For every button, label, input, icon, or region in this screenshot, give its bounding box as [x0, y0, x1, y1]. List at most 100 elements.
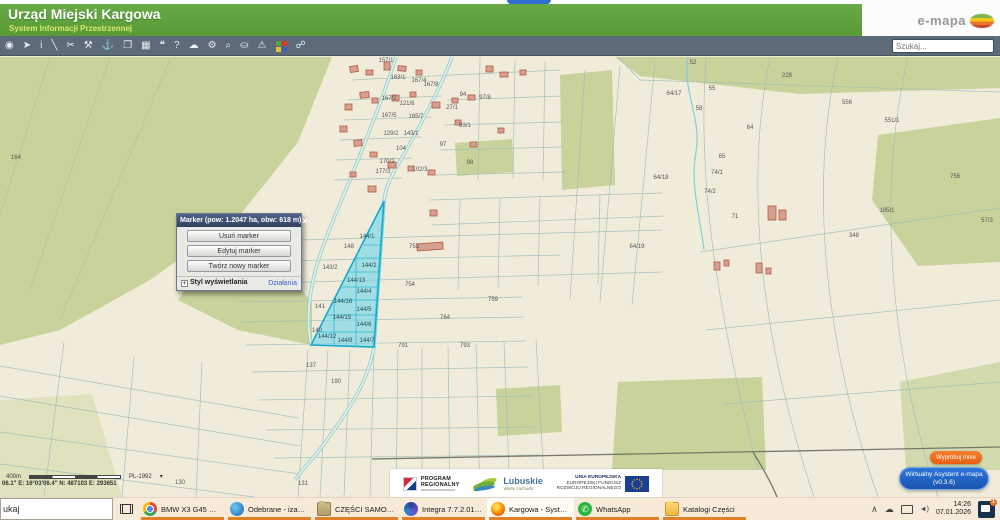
marker-action-button-2[interactable]: Twórz nowy marker: [187, 260, 291, 272]
stream: [686, 56, 705, 251]
taskbar-app-label: Integra 7.7.2.01 d [I...: [422, 504, 483, 514]
marker-polygon[interactable]: [309, 200, 385, 348]
firefox-icon: [491, 502, 505, 516]
warning-icon[interactable]: ⚠: [258, 36, 267, 56]
toolbar-icons: ◉ ➤ i ╲ ✂ ⚒ ⚓ ❐ ▦ ❝? ☁ ⚙ ⌕ ⛀ ⚠ ☍: [5, 36, 306, 56]
program-regionalny-flag-icon: [402, 476, 417, 491]
taskbar-app-label: BMW X3 G45 OSŁO...: [161, 504, 222, 514]
anchor-icon[interactable]: ⚓: [102, 36, 114, 56]
explorer-icon: [317, 501, 331, 516]
taskbar-apps: BMW X3 G45 OSŁO... Odebrane - izabela... C…: [139, 498, 748, 520]
toolbar: ◉ ➤ i ╲ ✂ ⚒ ⚓ ❐ ▦ ❝? ☁ ⚙ ⌕ ⛀ ⚠ ☍: [0, 36, 1000, 56]
share-person-icon[interactable]: ☍: [296, 36, 306, 56]
scale-bar-graphic: [29, 474, 122, 479]
map-canvas[interactable]: [0, 56, 1000, 497]
chrome-icon: [143, 502, 157, 516]
taskbar: ukaj BMW X3 G45 OSŁO... Odebrane - izabel…: [0, 497, 1000, 520]
scale-bar: 400m PL-1992 ▾: [6, 473, 163, 481]
map-search-input[interactable]: [893, 41, 1000, 51]
grid-icon[interactable]: ▦: [141, 36, 150, 56]
page-title: Urząd Miejski Kargowa: [8, 6, 161, 22]
crs-label[interactable]: PL-1992: [129, 474, 152, 480]
taskbar-app-label: WhatsApp: [596, 504, 631, 514]
notification-badge: 1: [990, 498, 997, 506]
taskbar-app-label: Katalogi Części: [683, 504, 735, 514]
taskbar-app-chrome[interactable]: BMW X3 G45 OSŁO...: [139, 498, 226, 520]
taskbar-search-input[interactable]: ukaj: [0, 498, 113, 520]
task-view-icon: [119, 504, 133, 514]
screen: 157/1 163/1 167/4 167/8 94 97/8 167/2 121/8 27/1…: [0, 0, 1000, 520]
scale-label: 400m: [6, 473, 22, 480]
virtual-assistant-button[interactable]: Wirtualny Asystent e-mapa (v0.3.6): [899, 467, 989, 490]
taskbar-app-firefox[interactable]: Kargowa - System I...: [487, 498, 574, 520]
speaker-icon[interactable]: ◄): [920, 506, 929, 513]
clock-time: 14:26: [953, 501, 971, 508]
style-toggle[interactable]: + Styl wyświetlania: [181, 279, 248, 287]
thunderbird-icon: [230, 502, 244, 516]
taskbar-app-whatsapp[interactable]: ✆ WhatsApp: [574, 498, 661, 520]
tools-icon[interactable]: ⚒: [84, 36, 93, 56]
map-search-box: [892, 39, 1000, 53]
forest-areas: [0, 57, 1000, 470]
eu-line3: ROZWOJU REGIONALNEGO: [556, 486, 622, 492]
assistant-label: Wirtualny Asystent e-mapa: [905, 471, 983, 478]
taskbar-app-label: Odebrane - izabela...: [248, 504, 309, 514]
marker-popup-titlebar[interactable]: Marker (pow: 1.2047 ha, obw: 618 m) ×: [177, 214, 308, 227]
actions-link[interactable]: Działania: [268, 280, 297, 287]
copy-icon[interactable]: ❐: [123, 36, 132, 56]
taskbar-clock[interactable]: 14:26 07.01.2026: [936, 501, 971, 517]
taskbar-app-label: CZĘŚCI SAMOCHO...: [335, 504, 396, 514]
cloud-tray-icon[interactable]: ☁: [885, 504, 894, 515]
selection-circle-icon[interactable]: ◉: [5, 36, 14, 56]
help-icon[interactable]: ?: [174, 36, 180, 56]
cloud-icon[interactable]: ☁: [189, 36, 199, 56]
taskbar-app-folder[interactable]: Katalogi Części: [661, 498, 748, 520]
info-icon[interactable]: i: [40, 36, 42, 56]
page-subtitle: System Informacji Przestrzennej: [9, 24, 133, 33]
taskbar-app-thunderbird[interactable]: Odebrane - izabela...: [226, 498, 313, 520]
marker-action-button-1[interactable]: Edytuj marker: [187, 245, 291, 257]
marker-action-button-0[interactable]: Usuń marker: [187, 230, 291, 242]
cut-icon[interactable]: ✂: [66, 36, 74, 56]
cart-icon[interactable]: ⛀: [240, 36, 248, 56]
funding-logos-bar: PROGRAM REGIONALNY Lubuskie Warte zachod…: [390, 469, 662, 498]
comment-icon[interactable]: ❝: [160, 36, 165, 56]
tray-chevron-icon[interactable]: ∧: [871, 504, 878, 515]
magnifier-icon[interactable]: ⌕: [226, 36, 232, 56]
assistant-version: (v0.3.6): [932, 478, 956, 486]
notification-bubble-icon: [981, 504, 990, 512]
chevron-down-icon[interactable]: ▾: [160, 473, 163, 480]
cursor-icon[interactable]: ➤: [23, 36, 31, 56]
expand-icon[interactable]: +: [181, 280, 188, 287]
coordinates-readout: 06.1" E: 16°03'06.4" N: 487103 E: 293651: [2, 481, 117, 487]
close-icon[interactable]: ×: [301, 216, 308, 226]
measure-line-icon[interactable]: ╲: [51, 36, 57, 56]
system-tray: ∧ ☁ ◄) 14:26 07.01.2026 1: [871, 498, 1000, 520]
program-regionalny-logo: PROGRAM REGIONALNY: [402, 476, 460, 491]
header: Urząd Miejski Kargowa System Informacji …: [0, 4, 862, 36]
notification-center-button[interactable]: 1: [978, 498, 997, 518]
clock-date: 07.01.2026: [935, 509, 971, 516]
emapa-logo-icon: [970, 14, 994, 28]
display-tray-icon[interactable]: [900, 504, 913, 514]
layers-colored-icon[interactable]: [275, 40, 287, 52]
lubuskie-name: Lubuskie: [503, 475, 543, 486]
try-me-button[interactable]: Wypróbuj mnie: [930, 451, 982, 464]
marker-popup: Marker (pow: 1.2047 ha, obw: 618 m) × Us…: [176, 213, 308, 291]
lubuskie-tagline: Warte zachodu: [503, 485, 534, 491]
taskbar-app-integra[interactable]: Integra 7.7.2.01 d [I...: [400, 498, 487, 520]
marker-popup-title: Marker (pow: 1.2047 ha, obw: 618 m): [180, 217, 302, 224]
emapa-logo-text: e-mapa: [917, 13, 966, 28]
task-view-button[interactable]: [113, 498, 139, 520]
marker-popup-body: Usuń marker Edytuj marker Twórz nowy marke…: [177, 227, 301, 274]
marker-popup-footer: + Styl wyświetlania Działania: [177, 276, 301, 290]
eu-flag-icon: [625, 475, 650, 492]
lubuskie-swoosh-icon: [472, 475, 499, 491]
logo-area: e-mapa: [862, 0, 1000, 36]
program-subtext: [420, 489, 455, 491]
taskbar-app-explorer[interactable]: CZĘŚCI SAMOCHO...: [313, 498, 400, 520]
settings-gears-icon[interactable]: ⚙: [208, 36, 217, 56]
whatsapp-icon: ✆: [578, 502, 592, 516]
eu-logo: UNIA EUROPEJSKA EUROPEJSKI FUNDUSZ ROZWO…: [557, 475, 650, 492]
integra-icon: [404, 502, 418, 516]
